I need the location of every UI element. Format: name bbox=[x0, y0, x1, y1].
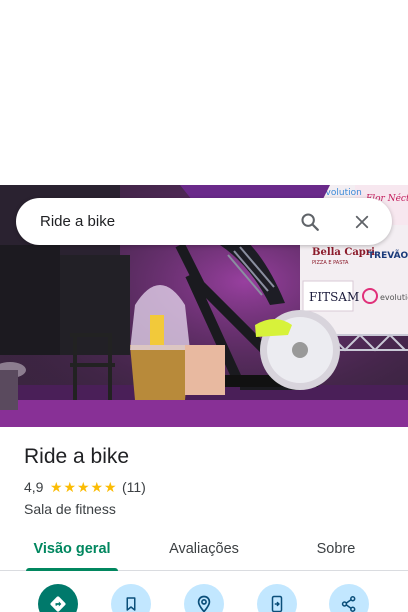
tab-about[interactable]: Sobre bbox=[300, 528, 372, 570]
sign-bella-capri: Bella Capri bbox=[312, 247, 375, 258]
place-category: Sala de fitness bbox=[24, 501, 116, 517]
tab-reviews[interactable]: Avaliações bbox=[158, 528, 250, 570]
tab-overview-label: Visão geral bbox=[33, 541, 111, 557]
directions-button[interactable] bbox=[38, 584, 78, 612]
tab-bar: Visão geral Avaliações Sobre bbox=[0, 528, 408, 571]
sign-fitsam: FITSAM bbox=[309, 290, 359, 304]
rating-value: 4,9 bbox=[24, 479, 44, 495]
search-button[interactable] bbox=[290, 202, 330, 242]
clear-search-button[interactable] bbox=[342, 202, 382, 242]
tab-about-label: Sobre bbox=[316, 541, 356, 557]
star-icon: ★ bbox=[76, 479, 90, 495]
star-icon: ★ bbox=[49, 479, 63, 495]
tab-active-indicator bbox=[26, 568, 118, 571]
nearby-button[interactable] bbox=[184, 584, 224, 612]
send-to-phone-icon bbox=[271, 595, 283, 612]
sign-trevao: TREVÃO bbox=[368, 250, 408, 261]
directions-icon bbox=[50, 596, 66, 612]
tab-overview[interactable]: Visão geral bbox=[26, 528, 118, 571]
share-button[interactable] bbox=[329, 584, 369, 612]
star-icon: ★ bbox=[103, 479, 117, 495]
rating-row[interactable]: 4,9 ★ ★ ★ ★ ★ (11) bbox=[24, 478, 394, 496]
send-to-phone-button[interactable] bbox=[257, 584, 297, 612]
close-icon bbox=[355, 215, 369, 228]
search-bar[interactable]: Ride a bike bbox=[16, 198, 392, 245]
action-buttons bbox=[0, 584, 408, 612]
sign-evolution: evolution bbox=[380, 293, 408, 302]
star-icon: ★ bbox=[90, 479, 103, 495]
star-icon: ★ bbox=[63, 479, 76, 495]
share-icon bbox=[341, 596, 356, 612]
search-input[interactable]: Ride a bike bbox=[40, 213, 290, 230]
save-button[interactable] bbox=[111, 584, 151, 612]
place-title: Ride a bike bbox=[24, 445, 130, 468]
review-count: (11) bbox=[121, 479, 146, 495]
bookmark-icon bbox=[126, 597, 136, 611]
rating-stars: ★ ★ ★ ★ ★ bbox=[49, 480, 117, 494]
search-icon bbox=[301, 212, 319, 231]
tab-reviews-label: Avaliações bbox=[169, 541, 239, 557]
sign-pizza-e-pasta: PIZZA E PASTA bbox=[312, 260, 349, 266]
nearby-icon bbox=[197, 595, 211, 612]
place-info: Ride a bike 4,9 ★ ★ ★ ★ ★ (11) Sala de f… bbox=[24, 444, 394, 517]
